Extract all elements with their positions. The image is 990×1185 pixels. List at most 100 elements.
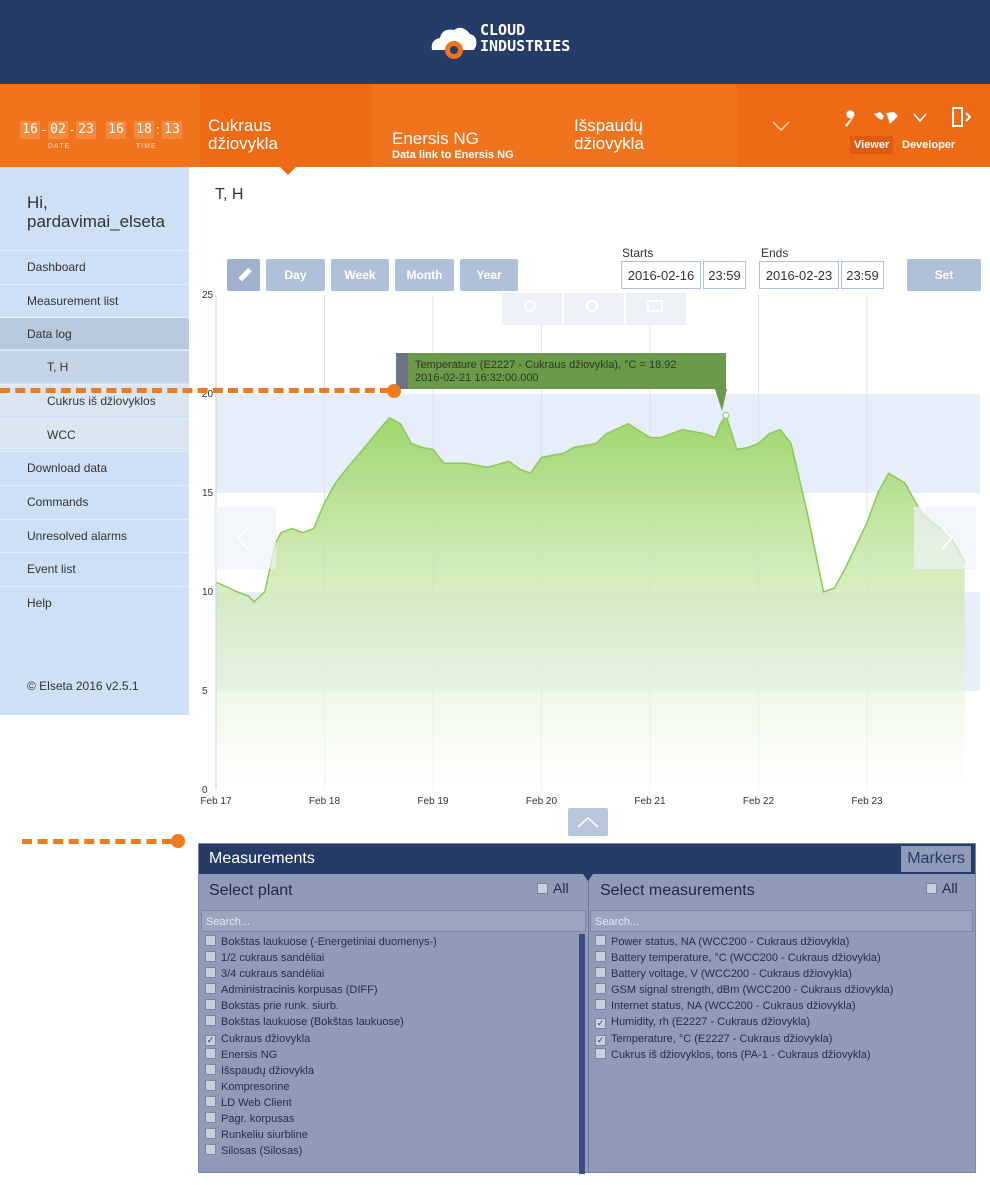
checkbox[interactable] <box>595 967 606 979</box>
plant-item[interactable]: Enersis NG <box>205 1047 575 1063</box>
collapse-panel-button[interactable] <box>568 808 608 836</box>
tab-isspaudu-dziovykla[interactable]: Išspaudų džiovykla <box>552 84 737 167</box>
date-display: 16 - 02 - 23 DATE <box>20 121 96 153</box>
zoom-out-button[interactable] <box>564 293 624 325</box>
hover-point[interactable] <box>722 411 730 419</box>
zoom-controls[interactable] <box>502 293 686 325</box>
checkbox[interactable] <box>205 935 216 946</box>
ends-date-input[interactable]: 2016-02-23 <box>759 261 839 289</box>
plant-item[interactable]: Bokstas prie runk. siurb. <box>205 998 575 1014</box>
checkbox[interactable] <box>595 1047 606 1059</box>
checkbox[interactable] <box>205 1079 216 1091</box>
checkbox[interactable] <box>595 935 606 946</box>
sidebar-item-measurement-list[interactable]: Measurement list <box>0 284 189 316</box>
plant-item[interactable]: Išspaudų džiovykla <box>205 1063 575 1079</box>
plant-item[interactable]: Administracinis korpusas (DIFF) <box>205 982 575 998</box>
plant-item-label: Kompresorine <box>221 1080 290 1093</box>
sidebar-item-unresolved-alarms[interactable]: Unresolved alarms <box>0 519 189 551</box>
plant-all-checkbox[interactable]: All <box>537 880 569 896</box>
copyright: © Elseta 2016 v2.5.1 <box>27 679 139 693</box>
tab-label-line2: džiovykla <box>208 134 278 153</box>
sidebar-item-dashboard[interactable]: Dashboard <box>0 250 189 282</box>
sidebar-item-label: Help <box>27 596 52 610</box>
measurement-item[interactable]: Cukrus iš džiovyklos, tons (PA-1 - Cukra… <box>595 1047 973 1063</box>
measurement-search-input[interactable]: Search... <box>590 910 973 932</box>
measurement-item[interactable]: Power status, NA (WCC200 - Cukraus džiov… <box>595 934 973 950</box>
sidebar-item-wcc[interactable]: WCC <box>0 418 189 450</box>
markers-tab[interactable]: Markers <box>901 846 971 872</box>
cloud-industries-logo[interactable]: CLOUD INDUSTRIES <box>428 16 588 66</box>
zoom-in-button[interactable] <box>502 293 562 325</box>
sidebar-item-event-list[interactable]: Event list <box>0 552 189 584</box>
plant-item[interactable]: Silosas (Silosas) <box>205 1143 575 1159</box>
plant-item[interactable]: LD Web Client <box>205 1095 575 1111</box>
plant-search-input[interactable]: Search... <box>201 910 586 932</box>
plant-item[interactable]: Runkeliu siurbline <box>205 1127 575 1143</box>
checkbox[interactable] <box>595 999 606 1011</box>
checked-checkbox[interactable]: ✓ <box>595 1018 606 1030</box>
measurement-item-label: GSM signal strength, dBm (WCC200 - Cukra… <box>611 984 894 997</box>
checkbox[interactable] <box>205 951 216 963</box>
measurement-item[interactable]: ✓ Humidity, rh (E2227 - Cukraus džiovykla… <box>595 1014 973 1030</box>
checkbox[interactable] <box>537 883 548 894</box>
measurement-item[interactable]: ✓ Temperature, °C (E2227 - Cukraus džiovy… <box>595 1031 973 1047</box>
role-developer-button[interactable]: Developer <box>898 136 959 154</box>
scroll-left-button[interactable] <box>214 507 276 569</box>
sidebar-item-data-log[interactable]: Data log <box>0 317 189 349</box>
plant-item-label: Enersis NG <box>221 1048 278 1061</box>
world-map-icon[interactable] <box>872 110 900 126</box>
plant-item[interactable]: 1/2 cukraus sandėliai <box>205 950 575 966</box>
checkbox[interactable] <box>205 1063 216 1075</box>
role-viewer-button[interactable]: Viewer <box>850 136 894 154</box>
ends-time-input[interactable]: 23:59 <box>841 261 884 289</box>
measurement-item[interactable]: Battery temperature, °C (WCC200 - Cukrau… <box>595 950 973 966</box>
checkbox[interactable] <box>205 983 216 995</box>
plant-list-scrollbar[interactable] <box>579 934 585 1174</box>
starts-time-input[interactable]: 23:59 <box>703 261 746 289</box>
measurement-item[interactable]: GSM signal strength, dBm (WCC200 - Cukra… <box>595 982 973 998</box>
plant-item[interactable]: Pagr. korpusas <box>205 1111 575 1127</box>
plant-item[interactable]: Bokštas laukuose (Bokštas laukuose) <box>205 1014 575 1030</box>
checkbox[interactable] <box>205 1112 216 1124</box>
logout-icon[interactable] <box>950 106 974 128</box>
checkbox[interactable] <box>205 1144 216 1156</box>
annotation-dot <box>171 834 185 848</box>
sidebar-item-commands[interactable]: Commands <box>0 485 189 517</box>
checked-checkbox[interactable]: ✓ <box>205 1034 216 1046</box>
zoom-reset-button[interactable] <box>626 293 686 325</box>
plant-item[interactable]: 3/4 cukraus sandėliai <box>205 966 575 982</box>
chevron-down-icon[interactable] <box>912 112 928 124</box>
wrench-icon[interactable] <box>842 110 860 128</box>
checkbox[interactable] <box>205 1095 216 1107</box>
measurement-item-label: Cukrus iš džiovyklos, tons (PA-1 - Cukra… <box>611 1048 871 1061</box>
plant-item[interactable]: Kompresorine <box>205 1079 575 1095</box>
checked-checkbox[interactable]: ✓ <box>595 1034 606 1046</box>
measurement-item[interactable]: Internet status, NA (WCC200 - Cukraus dž… <box>595 998 973 1014</box>
plant-item[interactable]: Bokštas laukuose (-Energetiniai duomenys… <box>205 934 575 950</box>
tab-enersis-ng[interactable]: Enersis NG Data link to Enersis NG <box>372 84 552 167</box>
x-tick-label: Feb 19 <box>417 796 449 807</box>
cloud-gear-icon <box>431 27 477 59</box>
checkbox[interactable] <box>205 999 216 1011</box>
measurement-item[interactable]: Battery voltage, V (WCC200 - Cukraus dži… <box>595 966 973 982</box>
checkbox[interactable] <box>205 1015 216 1027</box>
checkbox[interactable] <box>205 1047 216 1059</box>
starts-date-input[interactable]: 2016-02-16 <box>621 261 701 289</box>
more-tabs-dropdown[interactable] <box>737 84 833 167</box>
checkbox[interactable] <box>595 951 606 963</box>
scroll-right-button[interactable] <box>914 507 976 569</box>
plant-item[interactable]: ✓ Cukraus džiovykla <box>205 1031 575 1047</box>
sidebar-item-help[interactable]: Help <box>0 586 189 618</box>
time-minute: 18 <box>134 121 154 139</box>
time-second: 13 <box>162 121 182 139</box>
checkbox[interactable] <box>926 883 937 894</box>
checkbox[interactable] <box>205 1128 216 1140</box>
tab-cukraus-dziovykla[interactable]: Cukraus džiovykla <box>200 84 372 167</box>
measurements-all-checkbox[interactable]: All <box>926 880 958 896</box>
sidebar-item-t-h[interactable]: T, H <box>0 350 189 382</box>
sidebar-item-download-data[interactable]: Download data <box>0 451 189 483</box>
checkbox[interactable] <box>205 967 216 979</box>
temperature-chart[interactable]: 0510152025Feb 17 Feb 18 Feb 19 Feb 20 Feb 21… <box>190 287 990 817</box>
checkbox[interactable] <box>595 983 606 995</box>
plant-item-label: Runkeliu siurbline <box>221 1129 308 1142</box>
